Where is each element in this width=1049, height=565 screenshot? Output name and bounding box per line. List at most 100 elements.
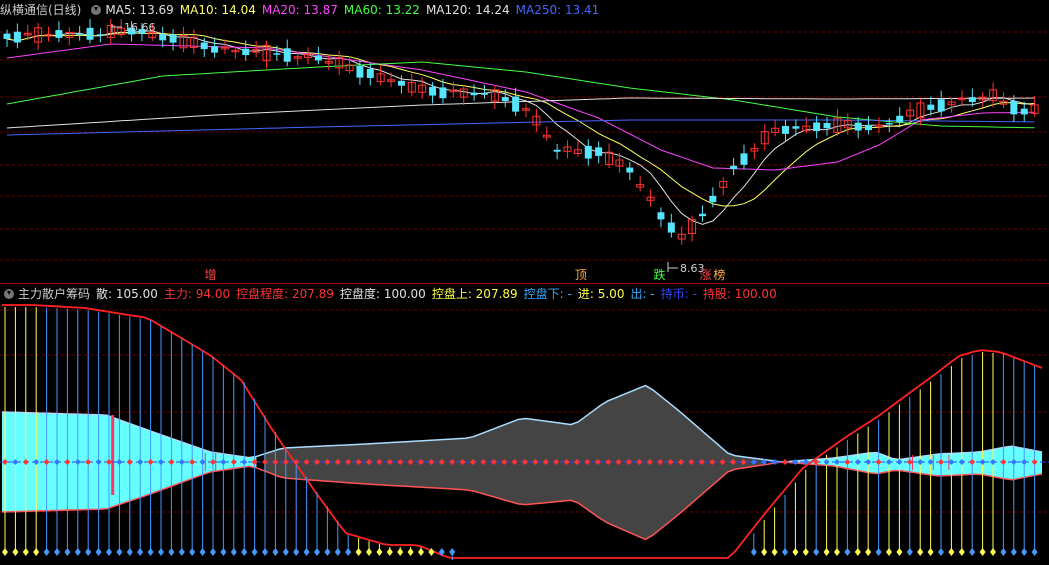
candle[interactable] [335, 50, 344, 76]
candle-body [512, 96, 520, 112]
candle[interactable] [595, 141, 603, 164]
indicator-name[interactable]: 主力散户筹码 [18, 285, 90, 303]
candle[interactable] [999, 92, 1008, 109]
candle[interactable] [86, 18, 94, 44]
candle[interactable] [96, 28, 104, 43]
candle[interactable] [833, 109, 842, 136]
candle[interactable] [978, 91, 987, 108]
candle[interactable] [584, 139, 592, 166]
candle[interactable] [532, 108, 541, 132]
candle[interactable] [760, 124, 769, 151]
candle[interactable] [1030, 95, 1039, 117]
candle[interactable] [750, 143, 759, 159]
candle[interactable] [896, 107, 904, 128]
candle[interactable] [542, 126, 551, 141]
candle[interactable] [512, 87, 520, 117]
candle-body [283, 48, 291, 62]
stem-diamond [376, 548, 383, 556]
candle-body [813, 122, 821, 132]
candle[interactable] [211, 37, 219, 58]
stem-diamond [199, 548, 206, 556]
candle[interactable] [927, 96, 935, 116]
stem-diamond [106, 548, 112, 556]
candle[interactable] [782, 120, 789, 142]
stem-diamond [126, 548, 133, 556]
candle[interactable] [771, 119, 780, 137]
candle[interactable] [522, 103, 530, 118]
candle[interactable] [252, 40, 261, 58]
indicator-field-2: 控盘程度: 207.89 [236, 287, 334, 301]
candle[interactable] [698, 205, 706, 222]
candle[interactable] [843, 113, 852, 135]
candle[interactable] [345, 55, 354, 74]
stock-title[interactable]: 纵横通信(日线) [0, 1, 81, 19]
candle[interactable] [65, 27, 74, 46]
candle-body [937, 99, 945, 112]
stem-diamond [906, 548, 913, 556]
candle[interactable] [646, 189, 655, 207]
stem-diamond [293, 548, 300, 556]
candle[interactable] [429, 82, 437, 104]
stem-diamond [1000, 548, 1007, 556]
candle[interactable] [874, 117, 883, 134]
candle[interactable] [3, 29, 11, 47]
candle[interactable] [636, 175, 645, 192]
stem-diamond [64, 548, 71, 556]
indicator-header: 主力散户筹码 散: 105.00 主力: 94.00 控盘程度: 207.89 控盘度… [0, 285, 783, 303]
candle-body [896, 115, 904, 123]
candle[interactable] [262, 40, 271, 69]
candle[interactable] [1020, 101, 1028, 122]
candle[interactable] [179, 26, 188, 53]
candle[interactable] [407, 73, 416, 97]
signal-marker-1: 顶 [574, 268, 587, 282]
candle[interactable] [937, 90, 945, 117]
candle[interactable] [730, 157, 738, 176]
chart-canvas[interactable]: 16.66 8.63 [0, 0, 1049, 565]
stem-diamond [750, 548, 757, 556]
candle[interactable] [44, 26, 53, 42]
candle[interactable] [553, 143, 561, 160]
candle[interactable] [283, 39, 291, 67]
stem-diamond [324, 548, 331, 556]
candle[interactable] [605, 143, 614, 169]
candle[interactable] [957, 90, 966, 106]
price-header: 纵横通信(日线) MA5: 13.69 MA10: 14.04 MA20: 13.8… [0, 1, 605, 19]
candle[interactable] [387, 72, 396, 88]
candle[interactable] [573, 140, 582, 157]
candle[interactable] [366, 62, 374, 86]
candle[interactable] [947, 97, 956, 113]
candle[interactable] [719, 176, 728, 196]
candle[interactable] [688, 215, 697, 242]
indicator-field-8: 持币: - [660, 287, 697, 301]
stem-diamond [1021, 548, 1028, 556]
candle-body [698, 213, 706, 217]
candle-body [211, 46, 219, 53]
candle[interactable] [376, 64, 385, 86]
stem-diamond [1010, 548, 1017, 556]
candle[interactable] [55, 21, 63, 43]
candle[interactable] [189, 29, 198, 54]
dropdown-icon[interactable] [4, 289, 14, 299]
stem-diamond [158, 548, 164, 556]
indicator-field-4: 控盘上: 207.89 [431, 287, 518, 301]
candle[interactable] [159, 26, 167, 48]
candle[interactable] [657, 207, 665, 228]
stem-diamond [314, 548, 320, 556]
dropdown-icon[interactable] [91, 5, 102, 15]
candle-body [595, 147, 603, 156]
candle-body [1020, 108, 1028, 115]
candle-body [501, 97, 509, 102]
candle[interactable] [324, 55, 333, 71]
candle[interactable] [667, 213, 675, 238]
indicator-legend: 散: 105.00 主力: 94.00 控盘程度: 207.89 控盘度: 100.0… [96, 285, 783, 303]
indicator-plot[interactable] [0, 304, 1049, 560]
candle[interactable] [563, 140, 572, 159]
candle[interactable] [76, 25, 84, 41]
candle[interactable] [906, 102, 915, 122]
candle[interactable] [740, 144, 748, 170]
candle-body [740, 153, 748, 165]
candle[interactable] [1010, 95, 1018, 122]
candle[interactable] [813, 115, 821, 139]
candle[interactable] [459, 84, 468, 106]
candle[interactable] [13, 23, 21, 49]
